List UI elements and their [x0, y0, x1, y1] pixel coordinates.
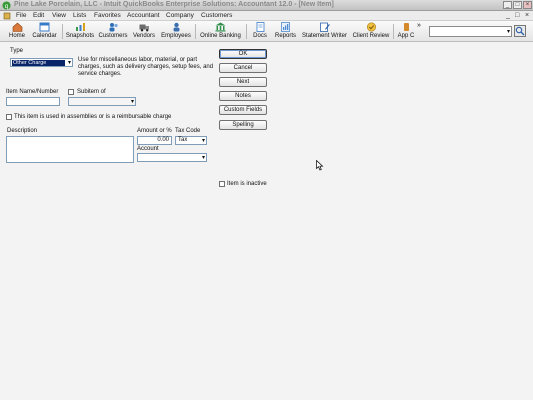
amount-input[interactable]: 0.00 [137, 136, 172, 145]
menu-edit[interactable]: Edit [33, 12, 44, 19]
chevron-down-icon[interactable]: ▾ [202, 154, 205, 161]
toolbar-more-chevron-icon[interactable]: » [417, 22, 421, 29]
toolbar-reports[interactable]: Reports [273, 22, 298, 41]
toolbar-separator [393, 24, 394, 39]
child-restore-button[interactable]: □ [515, 12, 519, 19]
close-button[interactable]: × [523, 1, 532, 9]
chevron-down-icon[interactable]: ▾ [68, 59, 71, 66]
maximize-button[interactable]: □ [513, 1, 522, 9]
search-button[interactable] [514, 25, 526, 37]
amount-value: 0.00 [157, 137, 169, 143]
menu-file[interactable]: File [16, 12, 26, 19]
magnifier-icon [515, 26, 525, 36]
assembly-checkbox[interactable] [6, 114, 12, 120]
item-inactive-label: Item is inactive [227, 181, 267, 187]
chart-icon [75, 23, 85, 31]
item-name-label: Item Name/Number [6, 89, 59, 95]
app-center-icon [403, 23, 409, 31]
toolbar-client-review[interactable]: Client Review [351, 22, 391, 41]
item-name-input[interactable] [6, 97, 60, 106]
report-icon [281, 22, 290, 32]
subitem-label: Subitem of [77, 89, 106, 95]
menu-favorites[interactable]: Favorites [94, 12, 121, 19]
document-icon [256, 22, 264, 32]
type-select-value: Other Charge [12, 60, 65, 66]
menu-company[interactable]: Company [166, 12, 194, 19]
truck-icon [139, 24, 149, 32]
toolbar-snapshots[interactable]: Snapshots [65, 22, 95, 41]
people-icon [109, 23, 118, 32]
toolbar-customers[interactable]: Customers [98, 22, 128, 41]
next-button[interactable]: Next [219, 77, 267, 87]
chevron-down-icon[interactable]: ▾ [507, 28, 510, 35]
window-title: Pine Lake Porcelain, LLC - Intuit QuickB… [14, 1, 334, 8]
ok-button[interactable]: OK [219, 49, 267, 59]
menu-customers[interactable]: Customers [201, 12, 232, 19]
account-label: Account [137, 146, 159, 152]
child-close-button[interactable]: × [525, 12, 529, 19]
toolbar-vendors[interactable]: Vendors [131, 22, 157, 41]
house-icon [12, 22, 22, 32]
type-select[interactable]: Other Charge ▾ [10, 58, 73, 67]
subitem-select[interactable]: ▾ [68, 97, 136, 106]
spelling-button[interactable]: Spelling [219, 120, 267, 130]
toolbar-app-center[interactable]: App C [396, 22, 416, 41]
svg-text:q: q [5, 3, 9, 10]
calendar-icon [39, 22, 50, 32]
bank-icon [215, 22, 226, 32]
toolbar-separator [62, 24, 63, 39]
child-minimize-button[interactable]: _ [506, 12, 510, 19]
type-label: Type [10, 48, 24, 54]
chevron-down-icon[interactable]: ▾ [131, 98, 134, 105]
writer-icon [320, 22, 330, 32]
menu-bar: File Edit View Lists Favorites Accountan… [0, 11, 533, 21]
review-icon [366, 22, 376, 32]
menu-view[interactable]: View [52, 12, 66, 19]
description-label: Description [7, 128, 38, 134]
toolbar-docs[interactable]: Docs [250, 22, 270, 41]
assembly-label: This item is used in assemblies or is a … [14, 114, 172, 120]
tax-code-label: Tax Code [175, 128, 201, 134]
title-bar: q Pine Lake Porcelain, LLC - Intuit Quic… [0, 0, 533, 11]
account-select[interactable]: ▾ [137, 153, 207, 162]
tax-code-select[interactable]: Tax ▾ [175, 136, 207, 145]
description-input[interactable] [6, 136, 134, 163]
subitem-checkbox[interactable] [68, 89, 74, 95]
menu-lists[interactable]: Lists [73, 12, 86, 19]
document-menu-icon[interactable] [3, 12, 11, 20]
cancel-button[interactable]: Cancel [219, 63, 267, 73]
custom-fields-button[interactable]: Custom Fields [219, 105, 267, 115]
tax-code-value: Tax [178, 137, 188, 143]
type-description: Use for miscellaneous labor, material, o… [78, 57, 214, 78]
search-input[interactable]: ▾ [429, 26, 512, 37]
amount-label: Amount or % [137, 128, 172, 134]
toolbar-home[interactable]: Home [6, 22, 28, 41]
toolbar-employees[interactable]: Employees [160, 22, 192, 41]
toolbar-separator [195, 24, 196, 39]
mouse-cursor-icon [316, 160, 324, 171]
menu-accountant[interactable]: Accountant [127, 12, 160, 19]
toolbar-calendar[interactable]: Calendar [30, 22, 59, 41]
toolbar-statement-writer[interactable]: Statement Writer [301, 22, 348, 41]
minimize-button[interactable]: _ [503, 1, 512, 9]
person-icon [173, 22, 179, 32]
quickbooks-logo-icon: q [2, 1, 11, 10]
chevron-down-icon[interactable]: ▾ [202, 137, 205, 144]
toolbar-separator [246, 24, 247, 39]
toolbar-online-banking[interactable]: Online Banking [198, 22, 243, 41]
notes-button[interactable]: Notes [219, 91, 267, 101]
item-inactive-checkbox[interactable] [219, 181, 225, 187]
